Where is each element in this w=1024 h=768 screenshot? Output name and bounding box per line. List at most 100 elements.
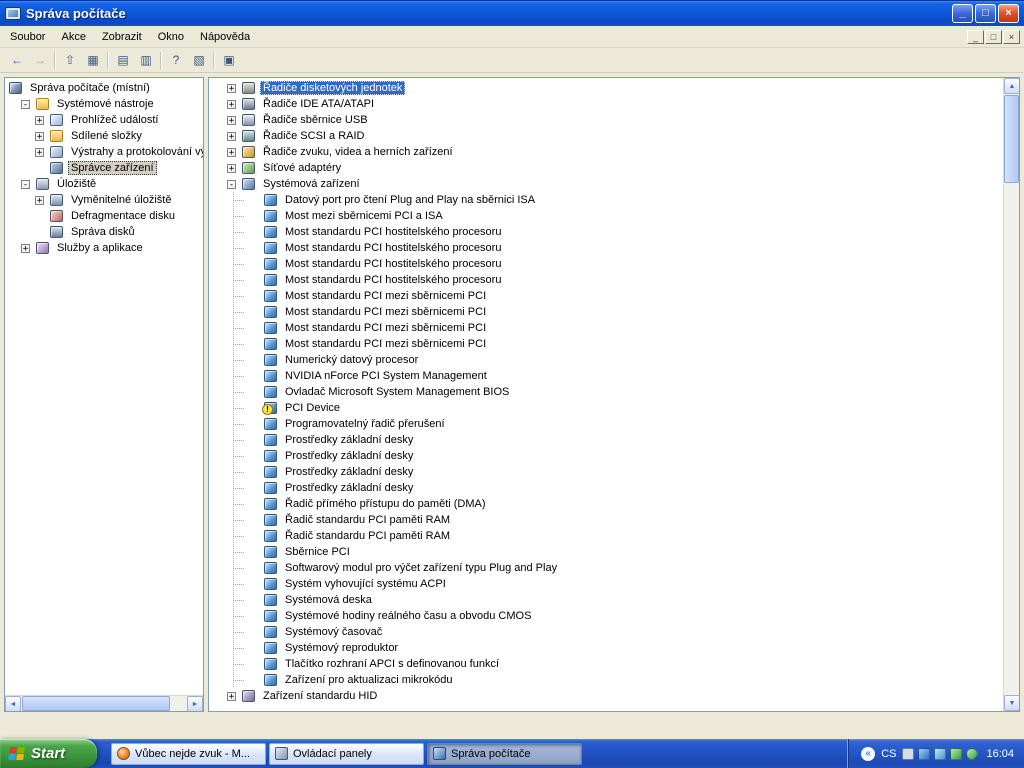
toolbar-button[interactable]: ← — [6, 50, 28, 71]
toolbar-button[interactable]: ? — [165, 50, 187, 71]
toolbar-button[interactable]: ▧ — [188, 50, 210, 71]
toolbar-button[interactable]: ▤ — [112, 50, 134, 71]
device-tree-item[interactable]: Prostředky základní desky — [209, 464, 1002, 480]
expand-toggle[interactable]: - — [21, 100, 30, 109]
console-tree-item[interactable]: - Systémové nástroje — [5, 96, 203, 112]
device-tree-item[interactable]: + Řadiče sběrnice USB — [209, 112, 1002, 128]
maximize-restore-button[interactable]: □ — [975, 4, 996, 23]
scrollbar-track[interactable] — [1004, 184, 1019, 695]
toolbar-button[interactable]: ▣ — [218, 50, 240, 71]
device-tree-item[interactable]: Most standardu PCI mezi sběrnicemi PCI — [209, 288, 1002, 304]
device-tree-item[interactable]: Most mezi sběrnicemi PCI a ISA — [209, 208, 1002, 224]
language-indicator[interactable]: CS — [881, 748, 896, 760]
menu-item[interactable]: Soubor — [2, 28, 53, 46]
device-tree-item[interactable]: Most standardu PCI mezi sběrnicemi PCI — [209, 320, 1002, 336]
expand-toggle[interactable]: + — [35, 196, 44, 205]
device-tree-item[interactable]: Most standardu PCI hostitelského proceso… — [209, 224, 1002, 240]
console-tree-item[interactable]: + Výstrahy a protokolování vý — [5, 144, 203, 160]
scrollbar-thumb[interactable] — [22, 696, 170, 711]
device-tree-item[interactable]: PCI Device — [209, 400, 1002, 416]
scroll-down-button[interactable]: ▼ — [1004, 695, 1020, 711]
toolbar-button[interactable] — [105, 50, 111, 71]
device-tree-item[interactable]: Řadič přímého přístupu do paměti (DMA) — [209, 496, 1002, 512]
device-tree-item[interactable]: Most standardu PCI mezi sběrnicemi PCI — [209, 336, 1002, 352]
device-tree-item[interactable]: Systémové hodiny reálného času a obvodu … — [209, 608, 1002, 624]
device-tree-item[interactable]: Most standardu PCI hostitelského proceso… — [209, 256, 1002, 272]
toolbar-button[interactable]: ⇧ — [59, 50, 81, 71]
taskbar-task-button[interactable]: Vůbec nejde zvuk - M... — [111, 743, 266, 765]
toolbar-button[interactable]: ▦ — [82, 50, 104, 71]
console-tree-item[interactable]: + Prohlížeč událostí — [5, 112, 203, 128]
expand-toggle[interactable]: + — [227, 148, 236, 157]
console-tree-item[interactable]: - Úložiště — [5, 176, 203, 192]
device-tree-item[interactable]: Systémový reproduktor — [209, 640, 1002, 656]
device-tree-item[interactable]: Programovatelný řadič přerušení — [209, 416, 1002, 432]
network-icon[interactable] — [934, 748, 946, 760]
toolbar-button[interactable]: → — [29, 50, 51, 71]
child-restore-button[interactable]: □ — [985, 30, 1002, 44]
scroll-right-button[interactable]: ► — [187, 696, 203, 712]
device-tree-item[interactable]: Prostředky základní desky — [209, 448, 1002, 464]
menu-item[interactable]: Akce — [53, 28, 93, 46]
expand-toggle[interactable]: + — [227, 84, 236, 93]
scroll-up-button[interactable]: ▲ — [1004, 78, 1020, 94]
device-tree-item[interactable]: Prostředky základní desky — [209, 432, 1002, 448]
toolbar-button[interactable]: ▥ — [135, 50, 157, 71]
expand-toggle[interactable]: + — [227, 132, 236, 141]
console-tree-item[interactable]: + Sdílené složky — [5, 128, 203, 144]
expand-toggle[interactable]: + — [227, 116, 236, 125]
expand-toggle[interactable]: - — [227, 180, 236, 189]
console-tree-item[interactable]: Správce zařízení — [5, 160, 203, 176]
display-icon[interactable] — [918, 748, 930, 760]
expand-toggle[interactable]: + — [227, 100, 236, 109]
device-tree-item[interactable]: Sběrnice PCI — [209, 544, 1002, 560]
toolbar-button[interactable] — [211, 50, 217, 71]
device-tree-item[interactable]: + Řadiče IDE ATA/ATAPI — [209, 96, 1002, 112]
console-tree-item[interactable]: + Služby a aplikace — [5, 240, 203, 256]
device-tree-item[interactable]: Most standardu PCI hostitelského proceso… — [209, 240, 1002, 256]
child-close-button[interactable]: × — [1003, 30, 1020, 44]
horizontal-scrollbar[interactable]: ◄ ► — [5, 695, 203, 711]
close-button[interactable]: × — [998, 4, 1019, 23]
scrollbar-track[interactable] — [171, 696, 187, 711]
child-minimize-button[interactable]: _ — [967, 30, 984, 44]
device-tree-item[interactable]: - Systémová zařízení — [209, 176, 1002, 192]
device-tree-item[interactable]: Ovladač Microsoft System Management BIOS — [209, 384, 1002, 400]
console-tree-item[interactable]: Defragmentace disku — [5, 208, 203, 224]
console-tree-item[interactable]: Správa disků — [5, 224, 203, 240]
device-tree-item[interactable]: Most standardu PCI mezi sběrnicemi PCI — [209, 304, 1002, 320]
volume-icon[interactable] — [902, 748, 914, 760]
console-tree-item[interactable]: Správa počítače (místní) — [5, 80, 203, 96]
vertical-scrollbar[interactable]: ▲ ▼ — [1003, 78, 1019, 711]
title-bar[interactable]: Správa počítače _ □ × — [0, 0, 1024, 26]
expand-toggle[interactable]: + — [227, 164, 236, 173]
taskbar-task-button[interactable]: Správa počítače — [427, 743, 582, 765]
console-tree-item[interactable]: + Vyměnitelné úložiště — [5, 192, 203, 208]
menu-item[interactable]: Zobrazit — [94, 28, 150, 46]
toolbar-button[interactable] — [158, 50, 164, 71]
menu-item[interactable]: Okno — [150, 28, 192, 46]
device-tree-item[interactable]: NVIDIA nForce PCI System Management — [209, 368, 1002, 384]
expand-toggle[interactable]: + — [35, 148, 44, 157]
device-tree-item[interactable]: + Zařízení standardu HID — [209, 688, 1002, 704]
expand-toggle[interactable]: + — [35, 116, 44, 125]
taskbar-task-button[interactable]: Ovládací panely — [269, 743, 424, 765]
device-tree-item[interactable]: Prostředky základní desky — [209, 480, 1002, 496]
expand-toggle[interactable]: + — [227, 692, 236, 701]
device-tree-item[interactable]: + Síťové adaptéry — [209, 160, 1002, 176]
hide-icons-chevron[interactable]: « — [861, 747, 875, 761]
antivirus-icon[interactable] — [966, 748, 978, 760]
device-tree-item[interactable]: Softwarový modul pro výčet zařízení typu… — [209, 560, 1002, 576]
device-tree-item[interactable]: Most standardu PCI hostitelského proceso… — [209, 272, 1002, 288]
expand-toggle[interactable]: + — [21, 244, 30, 253]
device-tree-item[interactable]: Systémový časovač — [209, 624, 1002, 640]
device-tree-item[interactable]: Řadič standardu PCI paměti RAM — [209, 528, 1002, 544]
scrollbar-thumb[interactable] — [1004, 95, 1019, 183]
menu-item[interactable]: Nápověda — [192, 28, 258, 46]
device-tree-item[interactable]: Řadič standardu PCI paměti RAM — [209, 512, 1002, 528]
device-tree-item[interactable]: + Řadiče disketových jednotek — [209, 80, 1002, 96]
start-button[interactable]: Start — [0, 739, 97, 768]
toolbar-button[interactable] — [52, 50, 58, 71]
device-tree-item[interactable]: Tlačítko rozhraní APCI s definovanou fun… — [209, 656, 1002, 672]
device-tree-item[interactable]: + Řadiče SCSI a RAID — [209, 128, 1002, 144]
